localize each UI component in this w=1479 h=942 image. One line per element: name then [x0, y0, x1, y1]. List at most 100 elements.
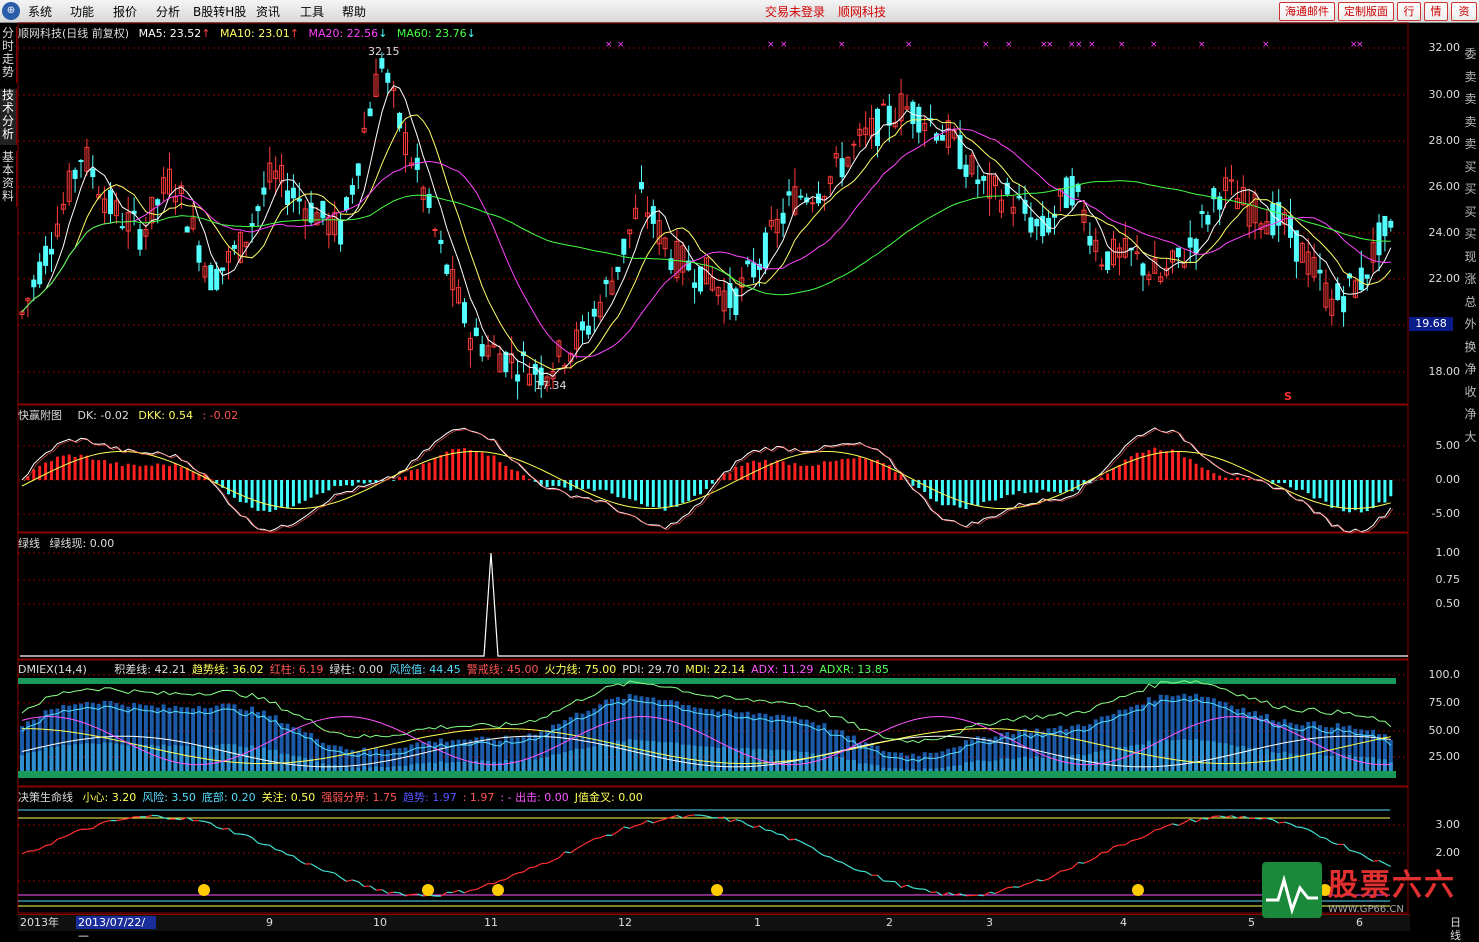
ky-bar — [1171, 450, 1174, 480]
dmi-bar-inner — [44, 747, 48, 771]
dmi-bar-inner — [85, 743, 89, 771]
jc-life-line — [441, 892, 447, 896]
ky-bar — [85, 456, 88, 480]
ky-bar — [68, 455, 71, 480]
right-label-0: 委 — [1462, 45, 1479, 62]
dmi-bar-inner — [1365, 757, 1369, 771]
dmi-bar-inner — [563, 752, 567, 771]
dmi-bar-inner — [380, 767, 384, 771]
ky-bar — [1130, 456, 1133, 480]
ky-bar — [439, 455, 442, 480]
jc-life-line — [701, 815, 707, 816]
ky-bar — [91, 460, 94, 480]
ky-bar — [1218, 476, 1221, 480]
dmi-bar-inner — [864, 763, 868, 771]
dmi-bar-inner — [1188, 740, 1192, 771]
dmi-bar-inner — [1212, 741, 1216, 771]
right-label-15: 收 — [1462, 383, 1479, 400]
jc-life-line — [1019, 884, 1025, 887]
candle-body — [433, 229, 437, 230]
dmi-bar-inner — [846, 760, 850, 771]
candle-body — [640, 183, 644, 189]
ky-tick-2: -5.00 — [1420, 507, 1460, 520]
month-label-3: 12 — [618, 916, 632, 929]
buy-signal-icon — [492, 884, 504, 896]
ky-bar — [357, 480, 360, 482]
jc-life-line — [1037, 880, 1043, 881]
jc-life-line — [925, 889, 931, 892]
candle-body — [73, 170, 77, 178]
jc-life-line — [718, 817, 724, 818]
candle-body — [964, 165, 968, 176]
ky-bar — [634, 480, 637, 501]
ky-bar — [262, 480, 265, 511]
sell-signal-marker: S — [1284, 390, 1292, 403]
chart-area[interactable]: ××××××××××××××××××× — [0, 0, 1462, 914]
lv-tick-1: 0.75 — [1420, 573, 1460, 586]
dmiex-item-7: PDI: 29.70 — [622, 663, 679, 676]
dmi-bar-inner — [858, 764, 862, 771]
dk-value: DK: -0.02 — [78, 409, 129, 422]
jc-life-line — [1108, 847, 1114, 852]
jc-life-line — [1001, 888, 1007, 891]
jc-life-line — [1202, 818, 1208, 819]
watermark-text: 股票六六 — [1328, 860, 1456, 904]
ky-bar — [693, 480, 696, 496]
top-marker: × — [780, 40, 788, 50]
jc-life-line — [116, 820, 122, 821]
jc-life-line — [978, 895, 984, 896]
kuaiying-legend: 快赢附图 DK: -0.02 DKK: 0.54 : -0.02 — [18, 407, 244, 423]
dmi-bar-inner — [976, 760, 980, 771]
dmi-bar-inner — [1194, 739, 1198, 771]
candle-body — [504, 352, 508, 371]
ky-bar — [1100, 478, 1103, 480]
ky-bar — [941, 480, 944, 505]
dmi-bar-inner — [445, 763, 449, 771]
candle-body — [156, 200, 160, 205]
ky-bar — [274, 480, 277, 510]
ky-bar — [652, 480, 655, 507]
main-tick-1: 30.00 — [1420, 88, 1460, 101]
dmiex-item-0: 积差线: 42.21 — [114, 663, 186, 676]
right-label-17: 大 — [1462, 428, 1479, 445]
ky-bar — [858, 457, 861, 480]
dmi-bar-inner — [657, 742, 661, 771]
jc-life-line — [63, 835, 69, 837]
main-tick-4: 24.00 — [1420, 226, 1460, 239]
jc-life-line — [736, 820, 742, 821]
dmi-bar-inner — [26, 753, 30, 771]
main-tick-6: 18.00 — [1420, 365, 1460, 378]
dmi-bar-inner — [1277, 753, 1281, 771]
ky-bar — [699, 480, 702, 494]
jc-life-line — [1314, 833, 1320, 837]
ky-bar — [1012, 480, 1015, 495]
jc-life-line — [594, 838, 600, 839]
jc-life-line — [205, 822, 211, 824]
dmiex-item-1: 趋势线: 36.02 — [192, 663, 264, 676]
ky-bar — [1248, 478, 1251, 480]
candle-body — [120, 227, 124, 228]
ky-bar — [174, 463, 177, 480]
dmi-bar-inner — [704, 747, 708, 771]
dmi-bar-inner — [463, 762, 467, 771]
dmi-bar-inner — [545, 757, 549, 771]
ky-bar — [162, 465, 165, 480]
ma10-label: MA10: 23.01 — [220, 27, 290, 40]
ky-bar — [770, 463, 773, 480]
dmi-bar-inner — [988, 761, 992, 771]
jc-life-line — [335, 873, 341, 877]
dmi-bar-inner — [1011, 759, 1015, 771]
jc-tick-1: 2.00 — [1420, 846, 1460, 859]
jc-life-line — [836, 861, 842, 863]
ky-bar — [1165, 451, 1168, 480]
ky-bar — [616, 480, 619, 497]
jc-life-line — [317, 867, 323, 870]
jc-life-line — [1320, 837, 1326, 838]
jc-life-line — [482, 884, 488, 887]
jc-life-line — [264, 845, 270, 846]
ky-bar — [144, 465, 147, 480]
jc-life-line — [1285, 822, 1291, 824]
jc-life-line — [624, 827, 630, 828]
ky-bar — [599, 480, 602, 490]
ky-bar — [1106, 473, 1109, 480]
